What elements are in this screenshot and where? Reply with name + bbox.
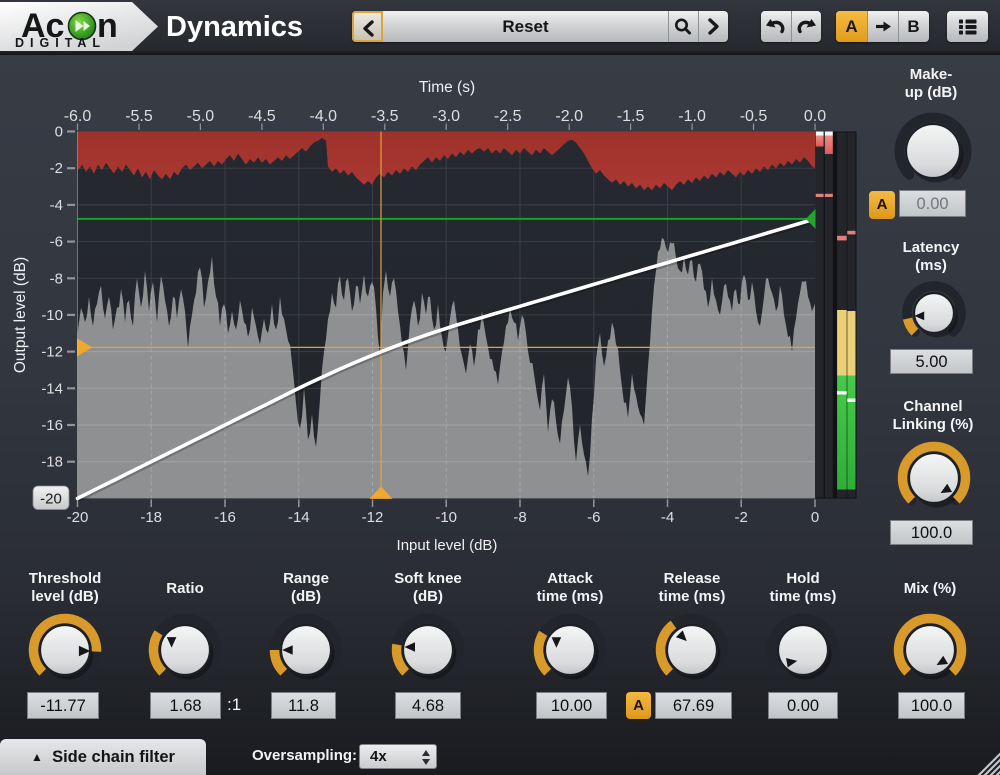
- svg-text:-4.0: -4.0: [310, 108, 338, 125]
- svg-text:-6: -6: [50, 234, 63, 251]
- svg-text:-3.5: -3.5: [371, 108, 399, 125]
- svg-text:-4: -4: [50, 197, 63, 214]
- svg-text:DIGITAL: DIGITAL: [15, 36, 106, 50]
- svg-text:-2.5: -2.5: [494, 108, 522, 125]
- svg-text:-2: -2: [735, 509, 748, 526]
- svg-text:-18: -18: [140, 509, 162, 526]
- svg-text:-5.0: -5.0: [187, 108, 215, 125]
- svg-text:-2.0: -2.0: [555, 108, 583, 125]
- svg-text:-16: -16: [214, 509, 236, 526]
- svg-text:-2: -2: [50, 160, 63, 177]
- svg-text:0: 0: [811, 509, 819, 526]
- svg-text:Output level (dB): Output level (dB): [12, 257, 29, 373]
- svg-text:-8: -8: [50, 270, 63, 287]
- svg-text:-5.5: -5.5: [125, 108, 153, 125]
- svg-text:Input level (dB): Input level (dB): [397, 537, 498, 554]
- svg-text:-12: -12: [41, 344, 63, 361]
- svg-text:-6: -6: [587, 509, 600, 526]
- svg-text:-20: -20: [40, 491, 62, 508]
- svg-text:0.0: 0.0: [804, 108, 826, 125]
- svg-text:-12: -12: [362, 509, 384, 526]
- svg-text:-8: -8: [513, 509, 526, 526]
- svg-text:-1.5: -1.5: [617, 108, 645, 125]
- svg-text:-0.5: -0.5: [740, 108, 768, 125]
- svg-text:-14: -14: [41, 380, 63, 397]
- svg-text:Time (s): Time (s): [419, 79, 475, 96]
- svg-text:-10: -10: [435, 509, 457, 526]
- svg-text:Dynamics: Dynamics: [166, 11, 303, 43]
- svg-text:-10: -10: [41, 307, 63, 324]
- svg-text:-16: -16: [41, 417, 63, 434]
- svg-text:-3.0: -3.0: [432, 108, 460, 125]
- svg-text:-20: -20: [67, 509, 89, 526]
- svg-text:-4: -4: [661, 509, 674, 526]
- svg-text:-4.5: -4.5: [248, 108, 276, 125]
- svg-text:-6.0: -6.0: [64, 108, 92, 125]
- svg-text:-1.0: -1.0: [678, 108, 706, 125]
- svg-text:0: 0: [55, 124, 63, 141]
- svg-text:-14: -14: [288, 509, 310, 526]
- svg-text:-18: -18: [41, 454, 63, 471]
